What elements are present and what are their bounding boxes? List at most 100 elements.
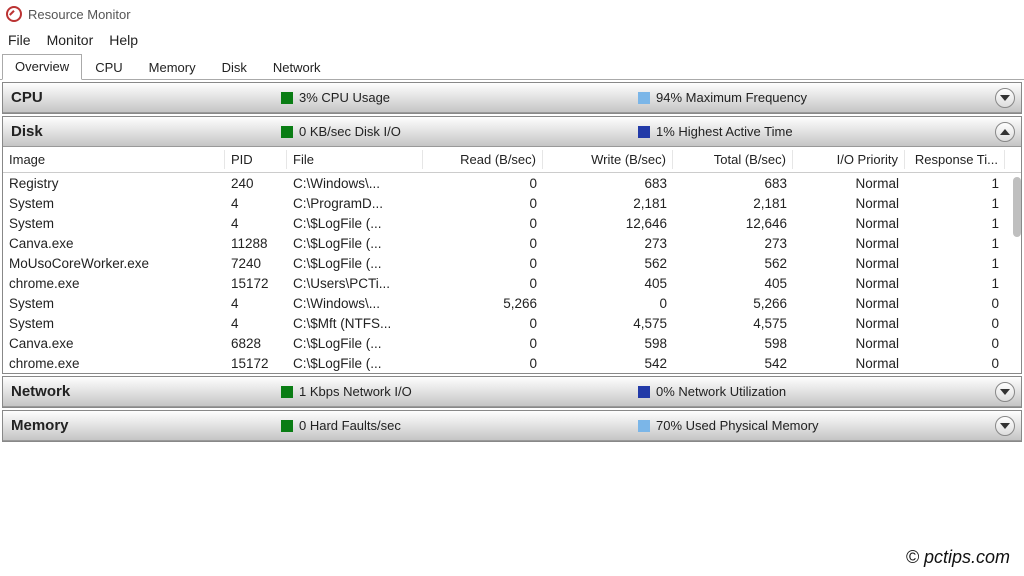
- cell-priority: Normal: [793, 194, 905, 213]
- tab-memory[interactable]: Memory: [136, 55, 209, 80]
- cell-read: 0: [423, 174, 543, 193]
- cell-pid: 4: [225, 214, 287, 233]
- section-disk-header[interactable]: Disk 0 KB/sec Disk I/O 1% Highest Active…: [3, 117, 1021, 147]
- section-network-name: Network: [11, 383, 281, 400]
- cell-pid: 4: [225, 194, 287, 213]
- section-disk: Disk 0 KB/sec Disk I/O 1% Highest Active…: [2, 116, 1022, 374]
- col-image[interactable]: Image: [3, 150, 225, 169]
- cell-file: C:\$LogFile (...: [287, 254, 423, 273]
- memory-faults-swatch: [281, 420, 293, 432]
- cell-read: 0: [423, 314, 543, 333]
- col-response[interactable]: Response Ti...: [905, 150, 1005, 169]
- cell-total: 12,646: [673, 214, 793, 233]
- cell-pid: 15172: [225, 274, 287, 293]
- table-row[interactable]: chrome.exe15172C:\Users\PCTi...0405405No…: [3, 273, 1021, 293]
- disk-table-header: Image PID File Read (B/sec) Write (B/sec…: [3, 147, 1021, 173]
- cell-image: System: [3, 214, 225, 233]
- cell-image: chrome.exe: [3, 354, 225, 373]
- section-network-header[interactable]: Network 1 Kbps Network I/O 0% Network Ut…: [3, 377, 1021, 407]
- cell-priority: Normal: [793, 294, 905, 313]
- cell-write: 273: [543, 234, 673, 253]
- table-row[interactable]: System4C:\$LogFile (...012,64612,646Norm…: [3, 213, 1021, 233]
- table-row[interactable]: Canva.exe6828C:\$LogFile (...0598598Norm…: [3, 333, 1021, 353]
- menu-file[interactable]: File: [8, 32, 31, 48]
- cell-response: 0: [905, 294, 1005, 313]
- cell-write: 598: [543, 334, 673, 353]
- disk-io-swatch: [281, 126, 293, 138]
- titlebar: Resource Monitor: [0, 0, 1024, 28]
- network-io-metric: 1 Kbps Network I/O: [281, 384, 638, 399]
- cell-image: System: [3, 194, 225, 213]
- tab-network[interactable]: Network: [260, 55, 334, 80]
- cell-file: C:\$LogFile (...: [287, 214, 423, 233]
- section-cpu-name: CPU: [11, 89, 281, 106]
- cell-file: C:\Windows\...: [287, 294, 423, 313]
- col-write[interactable]: Write (B/sec): [543, 150, 673, 169]
- section-cpu: CPU 3% CPU Usage 94% Maximum Frequency: [2, 82, 1022, 114]
- cell-total: 5,266: [673, 294, 793, 313]
- cell-total: 562: [673, 254, 793, 273]
- cell-response: 1: [905, 194, 1005, 213]
- cell-response: 1: [905, 254, 1005, 273]
- menu-help[interactable]: Help: [109, 32, 138, 48]
- table-row[interactable]: System4C:\ProgramD...02,1812,181Normal1: [3, 193, 1021, 213]
- cell-priority: Normal: [793, 314, 905, 333]
- table-row[interactable]: System4C:\Windows\...5,26605,266Normal0: [3, 293, 1021, 313]
- cell-read: 0: [423, 254, 543, 273]
- col-read[interactable]: Read (B/sec): [423, 150, 543, 169]
- cell-read: 0: [423, 354, 543, 373]
- cpu-freq-metric: 94% Maximum Frequency: [638, 90, 995, 105]
- cell-response: 1: [905, 214, 1005, 233]
- cell-read: 0: [423, 194, 543, 213]
- disk-collapse-button[interactable]: [995, 122, 1015, 142]
- tab-cpu[interactable]: CPU: [82, 55, 135, 80]
- table-row[interactable]: chrome.exe15172C:\$LogFile (...0542542No…: [3, 353, 1021, 373]
- section-memory: Memory 0 Hard Faults/sec 70% Used Physic…: [2, 410, 1022, 442]
- scrollbar-thumb[interactable]: [1013, 177, 1021, 237]
- cpu-usage-metric: 3% CPU Usage: [281, 90, 638, 105]
- menubar: File Monitor Help: [0, 28, 1024, 54]
- menu-monitor[interactable]: Monitor: [47, 32, 94, 48]
- cell-pid: 15172: [225, 354, 287, 373]
- cell-priority: Normal: [793, 214, 905, 233]
- network-expand-button[interactable]: [995, 382, 1015, 402]
- cell-priority: Normal: [793, 254, 905, 273]
- cell-total: 2,181: [673, 194, 793, 213]
- cell-total: 273: [673, 234, 793, 253]
- table-row[interactable]: Canva.exe11288C:\$LogFile (...0273273Nor…: [3, 233, 1021, 253]
- col-pid[interactable]: PID: [225, 150, 287, 169]
- tab-disk[interactable]: Disk: [209, 55, 260, 80]
- memory-expand-button[interactable]: [995, 416, 1015, 436]
- cell-file: C:\$Mft (NTFS...: [287, 314, 423, 333]
- chevron-down-icon: [1000, 389, 1010, 395]
- tab-overview[interactable]: Overview: [2, 54, 82, 80]
- cpu-expand-button[interactable]: [995, 88, 1015, 108]
- disk-table: Image PID File Read (B/sec) Write (B/sec…: [3, 147, 1021, 373]
- table-row[interactable]: Registry240C:\Windows\...0683683Normal1: [3, 173, 1021, 193]
- cpu-freq-label: 94% Maximum Frequency: [656, 90, 807, 105]
- memory-used-swatch: [638, 420, 650, 432]
- disk-active-swatch: [638, 126, 650, 138]
- cell-pid: 240: [225, 174, 287, 193]
- col-priority[interactable]: I/O Priority: [793, 150, 905, 169]
- cell-file: C:\$LogFile (...: [287, 234, 423, 253]
- cell-response: 1: [905, 234, 1005, 253]
- cell-pid: 6828: [225, 334, 287, 353]
- table-row[interactable]: MoUsoCoreWorker.exe7240C:\$LogFile (...0…: [3, 253, 1021, 273]
- cpu-usage-label: 3% CPU Usage: [299, 90, 390, 105]
- memory-faults-metric: 0 Hard Faults/sec: [281, 418, 638, 433]
- col-file[interactable]: File: [287, 150, 423, 169]
- cell-image: System: [3, 314, 225, 333]
- cell-response: 0: [905, 354, 1005, 373]
- cell-read: 0: [423, 334, 543, 353]
- cell-priority: Normal: [793, 354, 905, 373]
- cell-pid: 11288: [225, 234, 287, 253]
- cell-image: Canva.exe: [3, 334, 225, 353]
- table-row[interactable]: System4C:\$Mft (NTFS...04,5754,575Normal…: [3, 313, 1021, 333]
- section-cpu-header[interactable]: CPU 3% CPU Usage 94% Maximum Frequency: [3, 83, 1021, 113]
- section-memory-header[interactable]: Memory 0 Hard Faults/sec 70% Used Physic…: [3, 411, 1021, 441]
- cell-image: System: [3, 294, 225, 313]
- col-total[interactable]: Total (B/sec): [673, 150, 793, 169]
- cell-priority: Normal: [793, 334, 905, 353]
- cell-priority: Normal: [793, 174, 905, 193]
